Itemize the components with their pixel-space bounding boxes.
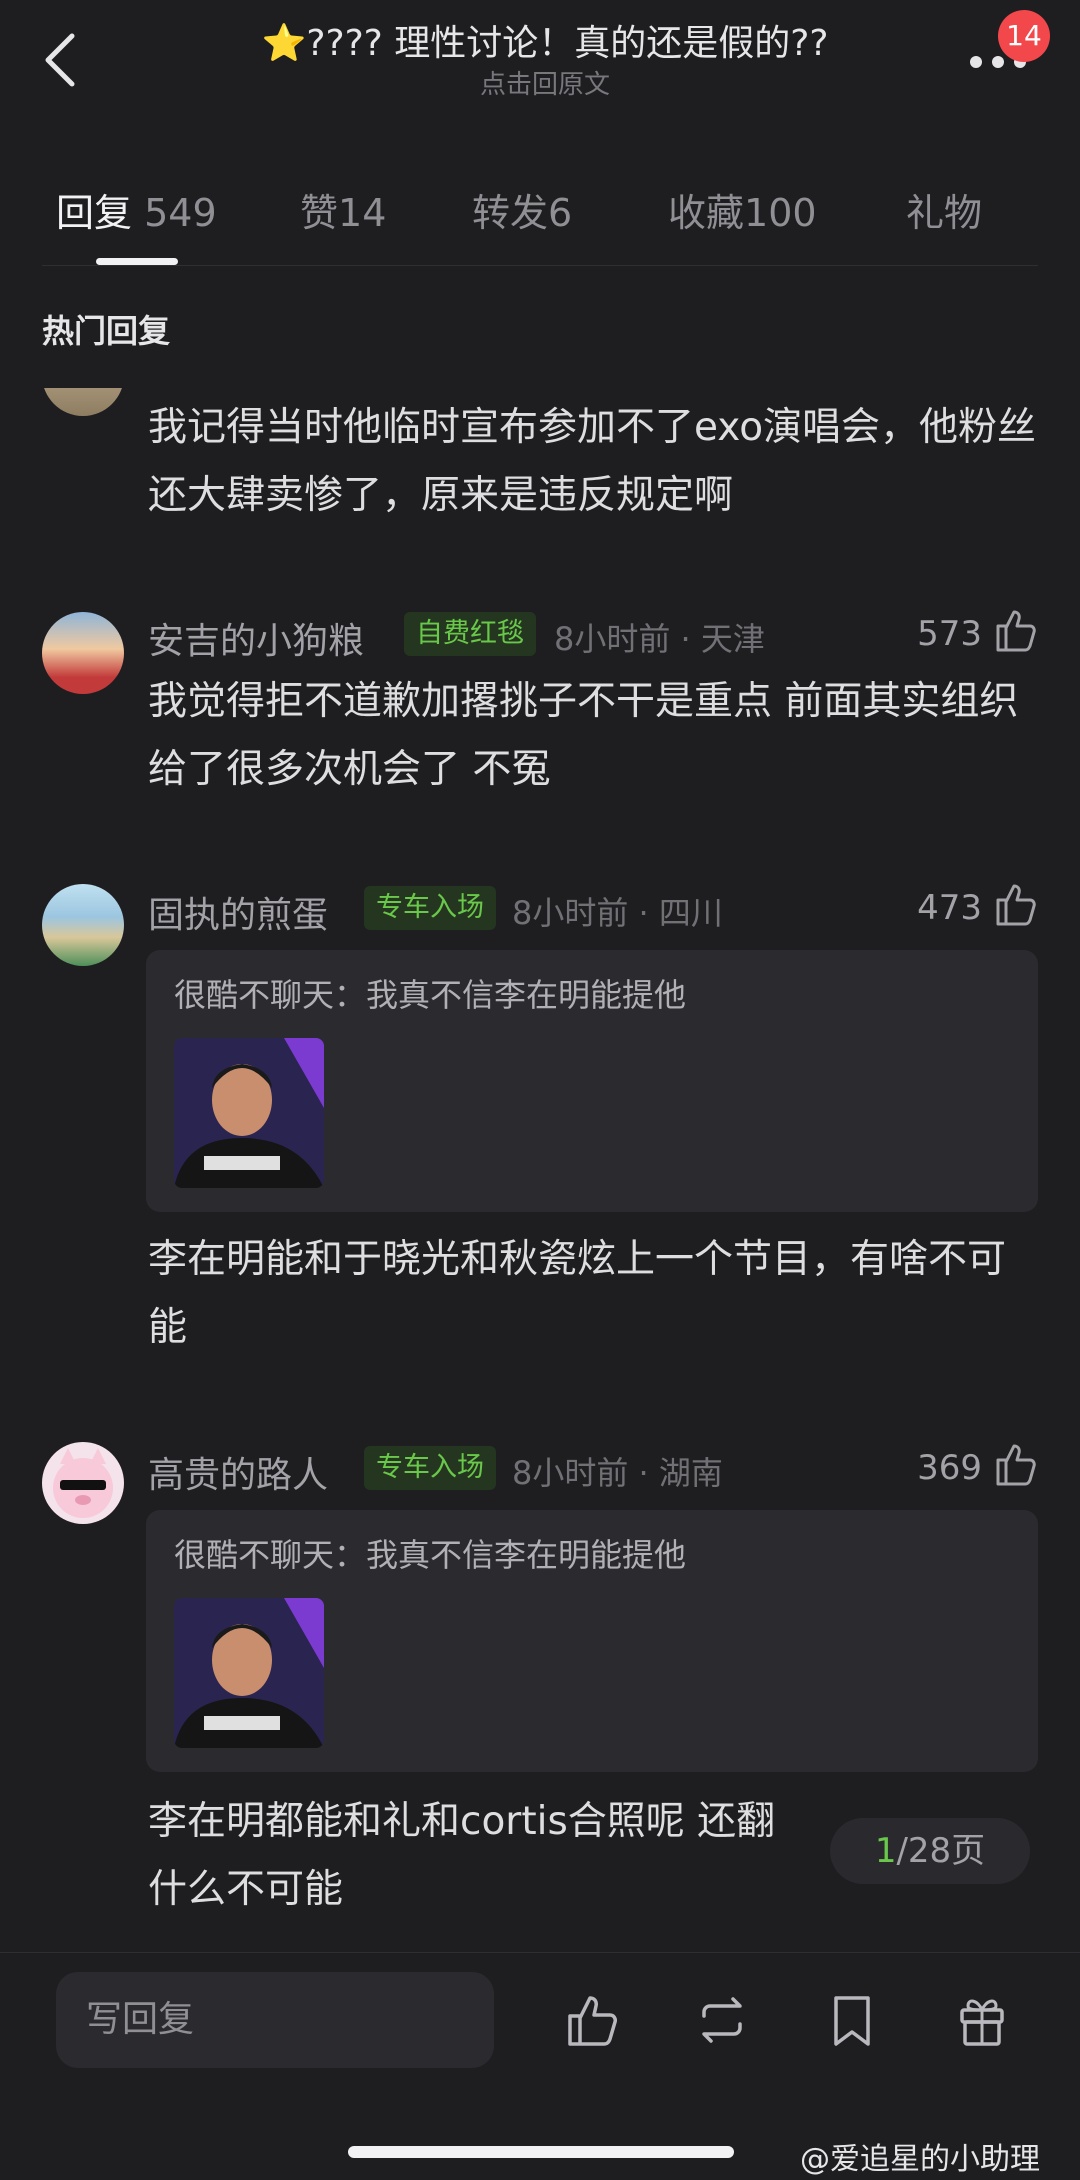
- user-tag: 自费红毯: [404, 612, 536, 656]
- tab-label: 收藏: [668, 191, 745, 235]
- thumbs-up-icon[interactable]: [992, 1440, 1040, 1488]
- comment-text: 我记得当时他临时宣布参加不了exo演唱会，他粉丝还大肆卖惨了，原来是违反规定啊: [148, 405, 1037, 518]
- current-page: 1: [874, 1831, 897, 1871]
- tab-gifts[interactable]: 礼物: [906, 182, 982, 237]
- tab-label: 转发: [472, 191, 549, 235]
- tab-reposts[interactable]: 转发6: [472, 182, 572, 237]
- reply-input[interactable]: 写回复: [56, 1972, 494, 2068]
- tab-count: 6: [548, 191, 573, 235]
- comment-meta: 8小时前 · 天津: [554, 620, 765, 658]
- user-tag: 专车入场: [364, 1446, 496, 1490]
- quoted-reply[interactable]: 很酷不聊天：我真不信李在明能提他: [146, 1510, 1038, 1772]
- comment-text: 我觉得拒不道歉加撂挑子不干是重点 前面其实组织给了很多次机会了 不冤: [148, 679, 1019, 792]
- notification-badge: 14: [998, 10, 1050, 62]
- tab-count: 549: [144, 191, 217, 235]
- bookmark-icon[interactable]: [824, 1990, 880, 2050]
- tab-favorites[interactable]: 收藏100: [668, 182, 817, 237]
- tab-label: 礼物: [906, 191, 983, 235]
- comment-meta: 8小时前 · 四川: [512, 894, 723, 932]
- active-tab-indicator: [96, 258, 178, 265]
- cartoon-pig-icon: [53, 1448, 113, 1518]
- hot-replies-heading: 热门回复: [42, 312, 171, 350]
- avatar[interactable]: [42, 612, 124, 694]
- username[interactable]: 固执的煎蛋: [148, 886, 328, 938]
- watermark: @爱追星的小助理: [800, 2142, 1040, 2177]
- quoted-reply[interactable]: 很酷不聊天：我真不信李在明能提他: [146, 950, 1038, 1212]
- tab-label: 回复: [56, 191, 133, 235]
- back-arrow-icon[interactable]: [38, 28, 86, 92]
- total-pages: /28页: [896, 1831, 986, 1871]
- divider: [42, 265, 1038, 266]
- avatar[interactable]: [42, 884, 124, 966]
- thumbs-up-icon[interactable]: [992, 606, 1040, 654]
- comment-text: 李在明能和于晓光和秋瓷炫上一个节目，有啥不可能: [148, 1237, 1007, 1350]
- comment-text: 李在明都能和礼和cortis合照呢 还翻: [148, 1799, 776, 1844]
- quoted-text: 很酷不聊天：我真不信李在明能提他: [174, 976, 687, 1014]
- repost-icon[interactable]: [694, 1990, 750, 2050]
- person-photo-icon: [174, 1598, 324, 1748]
- person-photo-icon: [174, 1038, 324, 1188]
- tab-count: 14: [338, 191, 387, 235]
- quoted-image[interactable]: [174, 1598, 324, 1748]
- tab-replies[interactable]: 回复 549: [56, 182, 217, 237]
- gift-icon[interactable]: [954, 1990, 1010, 2050]
- back-to-original-link[interactable]: 点击回原文: [190, 64, 900, 101]
- tab-bar: 回复 549 赞14 转发6 收藏100 礼物: [0, 170, 1080, 250]
- user-tag: 专车入场: [364, 886, 496, 930]
- like-count: 473: [917, 888, 982, 928]
- like-count: 573: [917, 614, 982, 654]
- like-count: 369: [917, 1448, 982, 1488]
- tab-label: 赞: [300, 191, 339, 235]
- thumbs-up-icon[interactable]: [992, 880, 1040, 928]
- tab-count: 100: [744, 191, 817, 235]
- quoted-image[interactable]: [174, 1038, 324, 1188]
- tab-likes[interactable]: 赞14: [300, 182, 386, 237]
- avatar[interactable]: [42, 1442, 124, 1524]
- post-title[interactable]: ⭐️???? 理性讨论！真的还是假的??: [190, 14, 900, 66]
- page-indicator[interactable]: 1/28页: [830, 1818, 1030, 1884]
- username[interactable]: 高贵的路人: [148, 1446, 328, 1498]
- divider: [0, 1952, 1080, 1953]
- quoted-text: 很酷不聊天：我真不信李在明能提他: [174, 1536, 687, 1574]
- comment-meta: 8小时前 · 湖南: [512, 1454, 723, 1492]
- home-indicator[interactable]: [348, 2146, 734, 2158]
- like-icon[interactable]: [564, 1990, 620, 2050]
- username[interactable]: 安吉的小狗粮: [148, 612, 364, 664]
- top-bar: ⭐️???? 理性讨论！真的还是假的?? 点击回原文 14: [0, 0, 1080, 120]
